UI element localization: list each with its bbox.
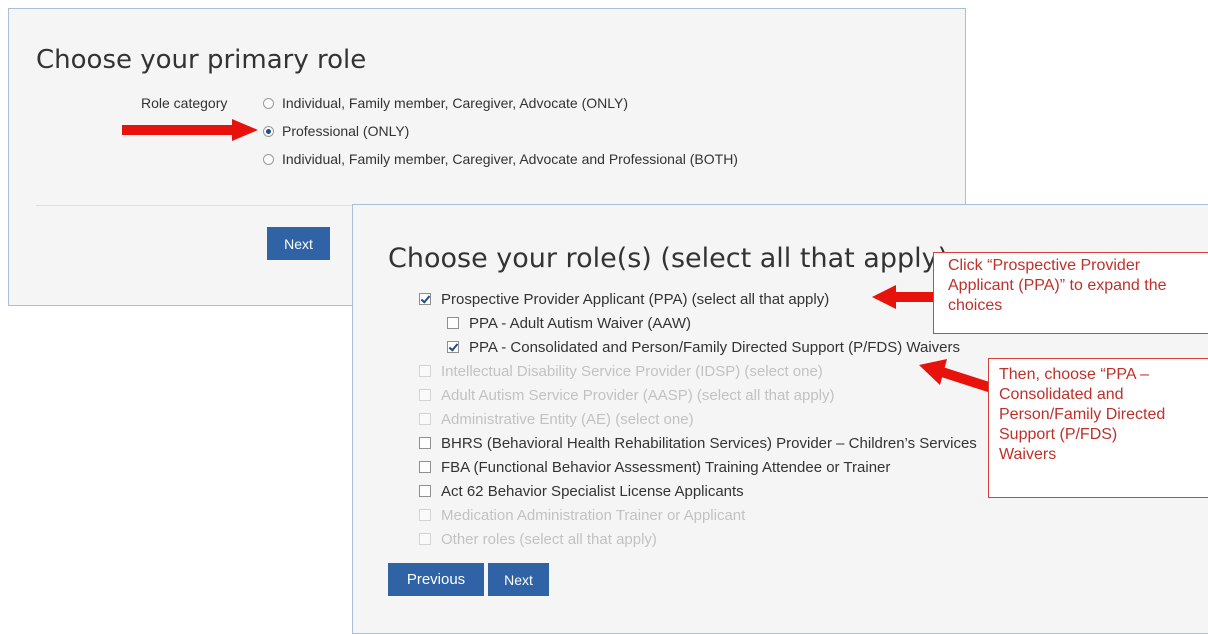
- checkbox-disabled: [419, 365, 431, 377]
- callout-text: Support (P/FDS): [999, 426, 1118, 443]
- checkbox-label: Medication Administration Trainer or App…: [441, 506, 746, 524]
- role-item-fba[interactable]: FBA (Functional Behavior Assessment) Tra…: [419, 455, 890, 479]
- callout-text: Person/Family Directed: [999, 406, 1166, 423]
- checkbox-label: Adult Autism Service Provider (AASP) (se…: [441, 386, 835, 404]
- checkbox-label: Other roles (select all that apply): [441, 530, 657, 548]
- checkbox[interactable]: [419, 437, 431, 449]
- callout-text: choices: [948, 297, 1003, 314]
- radio-option-professional[interactable]: Professional (ONLY): [263, 121, 409, 141]
- callout-text: Applicant (PPA)” to expand the: [948, 277, 1167, 294]
- radio-button-selected[interactable]: [263, 125, 274, 137]
- next-button[interactable]: Next: [488, 563, 549, 596]
- checkbox-label: Administrative Entity (AE) (select one): [441, 410, 694, 428]
- role-item-bhrs[interactable]: BHRS (Behavioral Health Rehabilitation S…: [419, 431, 977, 455]
- role-item-ae: Administrative Entity (AE) (select one): [419, 407, 694, 431]
- role-selection-title: Choose your role(s) (select all that app…: [388, 243, 949, 274]
- checkbox-label: FBA (Functional Behavior Assessment) Tra…: [441, 458, 891, 476]
- role-item-ppa-pfds[interactable]: PPA - Consolidated and Person/Family Dir…: [447, 335, 960, 359]
- role-category-label: Role category: [141, 95, 228, 111]
- checkbox[interactable]: [447, 317, 459, 329]
- role-item-ppa-aaw[interactable]: PPA - Adult Autism Waiver (AAW): [447, 311, 691, 335]
- next-button[interactable]: Next: [267, 227, 330, 260]
- checkbox-disabled: [419, 413, 431, 425]
- checkbox-checked[interactable]: [419, 293, 431, 305]
- checkbox[interactable]: [419, 485, 431, 497]
- radio-option-both[interactable]: Individual, Family member, Caregiver, Ad…: [263, 149, 738, 169]
- previous-button[interactable]: Previous: [388, 563, 484, 596]
- role-item-act62[interactable]: Act 62 Behavior Specialist License Appli…: [419, 479, 744, 503]
- checkbox-checked[interactable]: [447, 341, 459, 353]
- callout-expand-ppa: Click “Prospective Provider Applicant (P…: [933, 252, 1208, 334]
- role-item-idsp: Intellectual Disability Service Provider…: [419, 359, 823, 383]
- checkbox-label: Prospective Provider Applicant (PPA) (se…: [441, 290, 830, 308]
- callout-text: Then, choose “PPA –: [999, 366, 1150, 383]
- callout-choose-pfds: Then, choose “PPA – Consolidated and Per…: [988, 358, 1208, 498]
- role-item-aasp: Adult Autism Service Provider (AASP) (se…: [419, 383, 835, 407]
- checkbox-disabled: [419, 509, 431, 521]
- checkbox-label: PPA - Consolidated and Person/Family Dir…: [469, 338, 961, 356]
- checkbox-label: Act 62 Behavior Specialist License Appli…: [441, 482, 744, 500]
- radio-option-individual[interactable]: Individual, Family member, Caregiver, Ad…: [263, 93, 628, 113]
- radio-label: Professional (ONLY): [282, 123, 410, 139]
- radio-label: Individual, Family member, Caregiver, Ad…: [282, 151, 738, 167]
- callout-text: Waivers: [999, 446, 1057, 463]
- checkbox-label: PPA - Adult Autism Waiver (AAW): [469, 314, 691, 332]
- radio-button[interactable]: [263, 97, 274, 109]
- radio-button[interactable]: [263, 153, 274, 165]
- checkbox-disabled: [419, 533, 431, 545]
- role-item-medication: Medication Administration Trainer or App…: [419, 503, 745, 527]
- radio-label: Individual, Family member, Caregiver, Ad…: [282, 95, 628, 111]
- callout-text: Consolidated and: [999, 386, 1124, 403]
- callout-text: Click “Prospective Provider: [948, 257, 1141, 274]
- checkbox-label: Intellectual Disability Service Provider…: [441, 362, 823, 380]
- checkbox-label: BHRS (Behavioral Health Rehabilitation S…: [441, 434, 977, 452]
- role-item-other: Other roles (select all that apply): [419, 527, 657, 551]
- checkbox-disabled: [419, 389, 431, 401]
- role-item-ppa[interactable]: Prospective Provider Applicant (PPA) (se…: [419, 287, 829, 311]
- checkbox[interactable]: [419, 461, 431, 473]
- primary-role-title: Choose your primary role: [36, 45, 367, 75]
